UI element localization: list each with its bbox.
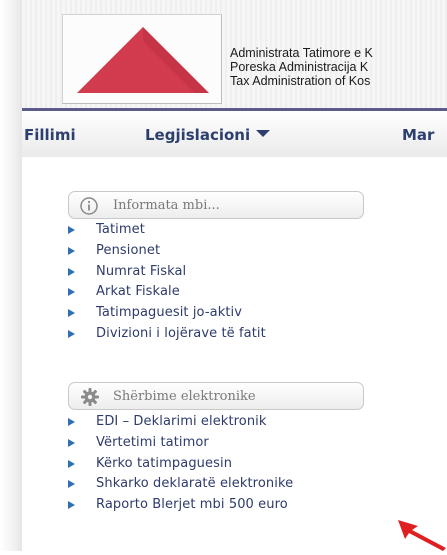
nav-item-label: Fillimi <box>24 126 76 144</box>
services-menu-list: EDI – Deklarimi elektronik Vërtetimi tat… <box>68 412 293 516</box>
site-header: Administrata Tatimore e K Poreska Admini… <box>22 0 447 110</box>
bullet-arrow-icon <box>68 267 75 276</box>
sidebar-item-tatimpaguesit-jo-aktiv[interactable]: Tatimpaguesit jo-aktiv <box>68 303 266 324</box>
bullet-arrow-icon <box>68 329 75 338</box>
site-logo[interactable] <box>62 14 222 104</box>
sidebar-item-label: Raporto Blerjet mbi 500 euro <box>96 497 288 513</box>
sidebar-item-label: EDI – Deklarimi elektronik <box>96 414 267 429</box>
sidebar-item-shkarko-deklarate[interactable]: Shkarko deklaratë elektronike <box>68 474 293 495</box>
chevron-down-icon <box>256 130 271 137</box>
bullet-arrow-icon <box>68 438 75 447</box>
window-left-edge <box>0 0 23 551</box>
nav-item-mar[interactable]: Mar <box>402 126 434 144</box>
sidebar-item-pensionet[interactable]: Pensionet <box>68 241 266 262</box>
sidebar-item-kerko-tatimpaguesin[interactable]: Kërko tatimpaguesin <box>68 454 293 475</box>
sidebar-item-arkat-fiskale[interactable]: Arkat Fiskale <box>68 282 266 303</box>
nav-item-label: Legjislacioni <box>145 126 251 144</box>
nav-item-fillimi[interactable]: Fillimi <box>24 126 76 144</box>
sidebar-item-edi[interactable]: EDI – Deklarimi elektronik <box>68 412 293 433</box>
annotation-arrow-icon <box>398 520 447 555</box>
sidebar-item-label: Arkat Fiskale <box>96 284 180 300</box>
info-section-header: Informata mbi... <box>68 191 364 219</box>
bullet-arrow-icon <box>68 226 75 234</box>
sidebar-item-label: Divizioni i lojërave të fatit <box>96 325 266 341</box>
sidebar-item-tatimet[interactable]: Tatimet <box>68 220 266 241</box>
services-section-header: Shërbime elektronike <box>68 382 364 410</box>
sidebar-item-label: Kërko tatimpaguesin <box>96 455 233 471</box>
bullet-arrow-icon <box>68 418 75 426</box>
nav-item-legjislacioni[interactable]: Legjislacioni <box>145 126 271 144</box>
logo-triangle-icon <box>77 27 209 93</box>
sidebar-item-numrat-fiskal[interactable]: Numrat Fiskal <box>68 262 266 283</box>
services-section-title: Shërbime elektronike <box>113 389 256 404</box>
bullet-arrow-icon <box>68 309 75 318</box>
sidebar-item-raporto-blerjet[interactable]: Raporto Blerjet mbi 500 euro <box>68 495 293 516</box>
org-name-serbian: Poreska Administracija K <box>230 60 369 74</box>
bullet-arrow-icon <box>68 480 75 489</box>
sidebar-item-label: Numrat Fiskal <box>96 263 187 279</box>
nav-item-label: Mar <box>402 126 435 144</box>
bullet-arrow-icon <box>68 246 75 255</box>
sidebar-item-divizioni-lojerave[interactable]: Divizioni i lojërave të fatit <box>68 324 266 345</box>
info-section-title: Informata mbi... <box>113 198 220 213</box>
info-menu-list: Tatimet Pensionet Numrat Fiskal Arkat Fi… <box>68 220 266 345</box>
info-circle-icon <box>79 196 99 220</box>
organization-names: Administrata Tatimore e K Poreska Admini… <box>230 46 373 88</box>
sidebar-item-label: Tatimpaguesit jo-aktiv <box>96 305 243 321</box>
org-name-english: Tax Administration of Kos <box>230 74 371 88</box>
sidebar-item-label: Tatimet <box>96 222 145 237</box>
bullet-arrow-icon <box>68 288 75 297</box>
sidebar-item-label: Pensionet <box>96 242 161 258</box>
bullet-arrow-icon <box>68 459 75 468</box>
gear-icon <box>79 387 101 411</box>
sidebar-item-label: Shkarko deklaratë elektronike <box>96 476 294 492</box>
bullet-arrow-icon <box>68 501 75 510</box>
org-name-albanian: Administrata Tatimore e K <box>230 46 373 60</box>
sidebar-item-label: Vërtetimi tatimor <box>96 434 209 450</box>
sidebar-item-vertetimi-tatimor[interactable]: Vërtetimi tatimor <box>68 433 293 454</box>
